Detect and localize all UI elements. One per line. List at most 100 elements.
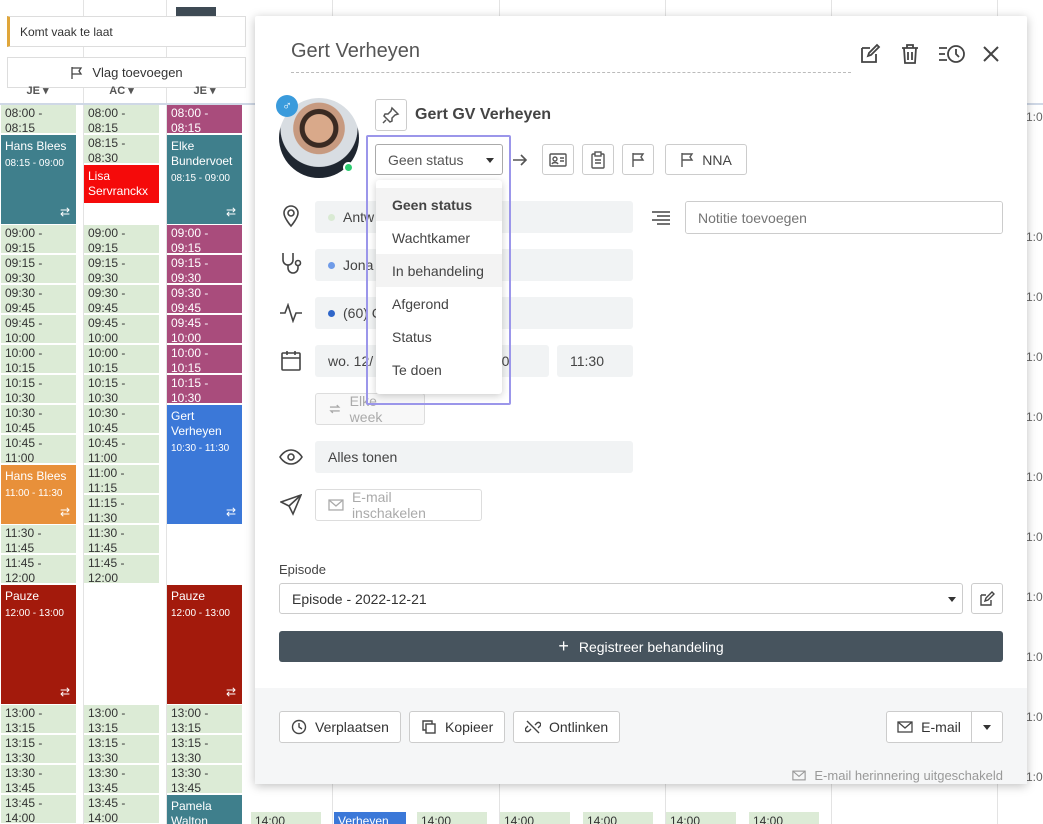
email-dropdown-button[interactable] [972,712,1002,742]
time-slot[interactable]: 09:15 - 09:30 [167,255,242,284]
column-header-je-2[interactable]: JE ▾ [167,84,242,97]
register-treatment-button[interactable]: + Registreer behandeling [279,631,1003,662]
appointment-title[interactable]: Gert Verheyen [291,40,851,73]
patient-card-button[interactable] [542,144,574,175]
time-slot[interactable]: 08:00 - 08:15 [167,105,242,134]
edit-icon[interactable] [857,41,883,67]
calendar-event[interactable]: Gert Verheyen 10:30 - 11:30 ⇄ [167,405,242,524]
calendar-event[interactable]: Pauze 12:00 - 13:00 ⇄ [1,585,76,704]
time-slot[interactable]: 10:15 - 10:30 [167,375,242,404]
time-slot[interactable]: 11:00 - 11:15 [84,465,159,494]
status-dropdown-menu: Geen status Wachtkamer In behandeling Af… [376,180,502,394]
time-slot[interactable]: 08:15 - 08:30 [84,135,159,164]
time-slot[interactable]: 14:00 [417,812,487,824]
time-slot[interactable]: 09:30 - 09:45 [1,285,76,314]
enable-email-button[interactable]: E-mail inschakelen [315,489,482,521]
status-option-geen-status[interactable]: Geen status [376,188,502,221]
calendar-event[interactable]: Elke Bundervoet 08:15 - 09:00 ⇄ [167,135,242,224]
copy-button[interactable]: Kopieer [409,711,506,743]
time-slot[interactable]: 08:00 - 08:15 [84,105,159,134]
calendar-event[interactable]: Pamela Walton [167,795,242,824]
time-slot[interactable]: 14:00 [251,812,321,824]
column-header-ac[interactable]: AC ▾ [84,84,159,97]
episode-edit-button[interactable] [971,583,1003,614]
status-option-status[interactable]: Status [376,320,502,353]
status-option-te-doen[interactable]: Te doen [376,353,502,386]
visibility-select[interactable]: Alles tonen [315,441,633,473]
eye-icon [279,445,303,469]
status-option-afgerond[interactable]: Afgerond [376,287,502,320]
time-slot[interactable]: 11:45 - 12:00 [84,555,159,584]
time-slot[interactable]: 09:00 - 09:15 [167,225,242,254]
event-name: Pauze [5,589,40,603]
calendar-event-partial[interactable]: Verheyen [334,812,406,824]
appointment-panel: Gert Verheyen ♂ Gert GV Verheyen Geen st… [255,16,1027,784]
time-slot[interactable]: 08:00 - 08:15 [1,105,76,134]
calendar-event[interactable]: Hans Blees 11:00 - 11:30 ⇄ [1,465,76,524]
pin-button[interactable] [375,99,407,131]
time-slot[interactable]: 11:30 - 11:45 [84,525,159,554]
arrow-right-icon[interactable] [507,146,533,174]
event-time: 11:00 - 11:30 [5,488,63,499]
nna-button[interactable]: NNA [665,144,747,175]
time-slot[interactable]: 10:30 - 10:45 [84,405,159,434]
flag-button[interactable] [622,144,654,175]
history-icon[interactable] [937,41,967,67]
clipboard-button[interactable] [582,144,614,175]
time-slot[interactable]: 10:45 - 11:00 [1,435,76,464]
status-option-wachtkamer[interactable]: Wachtkamer [376,221,502,254]
time-slot[interactable]: 13:30 - 13:45 [167,765,242,794]
time-slot[interactable]: 09:15 - 09:30 [1,255,76,284]
time-slot[interactable]: 14:00 [500,812,570,824]
time-slot[interactable]: 13:45 - 14:00 [84,795,159,824]
time-slot[interactable]: 10:00 - 10:15 [1,345,76,374]
time-slot[interactable]: 09:30 - 09:45 [167,285,242,314]
time-slot[interactable]: 13:30 - 13:45 [84,765,159,794]
time-slot[interactable]: 14:00 [749,812,819,824]
status-select[interactable]: Geen status [375,144,503,175]
unlink-button[interactable]: Ontlinken [513,711,621,743]
time-slot[interactable]: 09:30 - 09:45 [84,285,159,314]
time-slot[interactable]: 11:30 - 11:45 [1,525,76,554]
time-slot[interactable]: 13:00 - 13:15 [1,705,76,734]
calendar-event[interactable]: Pauze 12:00 - 13:00 ⇄ [167,585,242,704]
event-name: Lisa Servranckx [88,169,149,198]
time-slot[interactable]: 09:00 - 09:15 [84,225,159,254]
time-slot[interactable]: 10:00 - 10:15 [167,345,242,374]
time-slot[interactable]: 13:15 - 13:30 [167,735,242,764]
trash-icon[interactable] [897,41,923,67]
time-slot[interactable]: 14:00 [666,812,736,824]
time-slot[interactable]: 13:00 - 13:15 [167,705,242,734]
column-header-je-1[interactable]: JE ▾ [0,84,75,97]
time-slot[interactable]: 09:45 - 10:00 [1,315,76,344]
status-option-in-behandeling[interactable]: In behandeling [376,254,502,287]
time-slot[interactable]: 10:15 - 10:30 [1,375,76,404]
time-slot[interactable]: 10:30 - 10:45 [1,405,76,434]
move-button[interactable]: Verplaatsen [279,711,401,743]
time-slot[interactable]: 11:45 - 12:00 [1,555,76,584]
time-slot[interactable]: 14:00 [583,812,653,824]
time-slot[interactable]: 10:45 - 11:00 [84,435,159,464]
time-slot[interactable]: 13:00 - 13:15 [84,705,159,734]
close-icon[interactable] [978,41,1004,67]
repeat-button[interactable]: Elke week [315,393,425,425]
time-slot[interactable]: 13:30 - 13:45 [1,765,76,794]
time-slot[interactable]: 09:45 - 10:00 [167,315,242,344]
time-slot[interactable]: 09:00 - 09:15 [1,225,76,254]
email-button[interactable]: E-mail [887,712,972,742]
note-input[interactable] [685,201,1003,234]
episode-select[interactable]: Episode - 2022-12-21 [279,583,963,614]
time-slot[interactable]: 11:15 - 11:30 [84,495,159,524]
time-slot[interactable]: 10:15 - 10:30 [84,375,159,404]
time-slot[interactable]: 13:15 - 13:30 [84,735,159,764]
end-time-field[interactable]: 11:30 [557,345,633,377]
time-slot[interactable]: 09:15 - 09:30 [84,255,159,284]
time-slot[interactable]: 13:45 - 14:00 [1,795,76,824]
time-slot[interactable]: 13:15 - 13:30 [1,735,76,764]
time-slot[interactable]: 10:00 - 10:15 [84,345,159,374]
event-time: 10:30 - 11:30 [171,443,230,454]
patient-name[interactable]: Gert GV Verheyen [415,106,551,124]
time-slot[interactable]: 09:45 - 10:00 [84,315,159,344]
calendar-event[interactable]: Lisa Servranckx [84,165,159,203]
calendar-event[interactable]: Hans Blees 08:15 - 09:00 ⇄ [1,135,76,224]
